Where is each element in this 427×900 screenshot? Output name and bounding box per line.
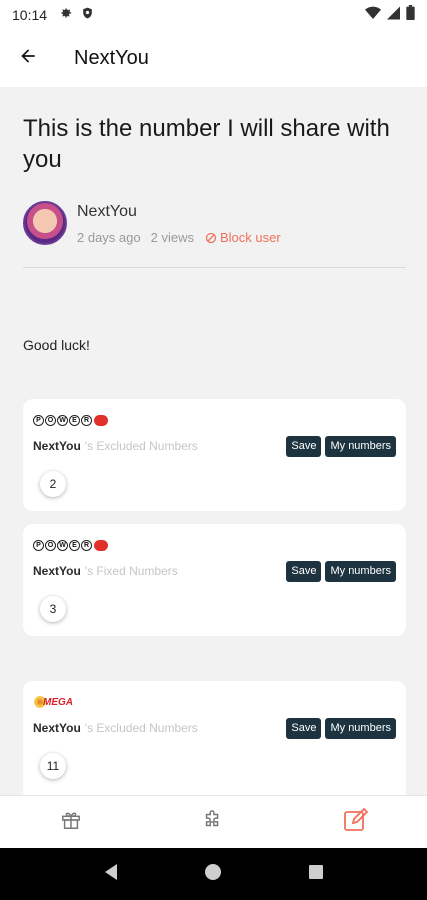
post-title: This is the number I will share with you: [23, 115, 390, 173]
app-bar: NextYou: [0, 30, 427, 87]
save-button[interactable]: Save: [286, 717, 322, 739]
app-title: NextYou: [74, 47, 149, 69]
edit-icon: [343, 807, 369, 837]
status-time: 10:14: [12, 7, 48, 23]
gift-icon: [60, 809, 82, 836]
wifi-icon: [365, 6, 381, 25]
card-label: 's Excluded Numbers: [84, 721, 198, 735]
number-card: MEGA NextYou 's Excluded Numbers Save My…: [23, 681, 406, 795]
arrow-left-icon: [18, 46, 38, 71]
nav-puzzle[interactable]: [142, 796, 284, 848]
number-card: POWER NextYou 's Fixed Numbers Save My n…: [23, 524, 406, 636]
my-numbers-button[interactable]: My numbers: [325, 435, 396, 457]
bottom-nav: [0, 795, 427, 848]
status-bar: 10:14: [0, 0, 427, 30]
author-name[interactable]: NextYou: [77, 203, 281, 221]
card-label: 's Excluded Numbers: [84, 439, 198, 453]
author-row: NextYou 2 days ago 2 views Block user: [23, 201, 281, 245]
avatar[interactable]: [23, 201, 67, 245]
number-ball: 2: [40, 471, 66, 497]
block-icon: [205, 232, 217, 243]
nav-edit[interactable]: [285, 796, 427, 848]
battery-icon: [406, 5, 415, 25]
view-count: 2 views: [150, 230, 194, 245]
card-label: 's Fixed Numbers: [84, 564, 178, 578]
number-ball: 11: [40, 753, 66, 779]
powerball-logo: POWER: [33, 411, 108, 429]
save-button[interactable]: Save: [286, 560, 322, 582]
shield-icon: [81, 6, 94, 25]
post-date: 2 days ago: [77, 230, 141, 245]
home-circle-icon[interactable]: [204, 863, 222, 886]
card-owner[interactable]: NextYou: [33, 564, 81, 578]
signal-icon: [387, 6, 400, 25]
settings-icon: [59, 6, 73, 25]
recents-square-icon[interactable]: [308, 864, 324, 885]
number-card: POWER NextYou 's Excluded Numbers Save M…: [23, 399, 406, 511]
number-ball: 3: [40, 596, 66, 622]
my-numbers-button[interactable]: My numbers: [325, 560, 396, 582]
post-content[interactable]: This is the number I will share with you…: [0, 87, 427, 795]
back-button[interactable]: [0, 30, 56, 87]
divider: [23, 267, 406, 268]
system-nav-bar: [0, 848, 427, 900]
mega-millions-logo: MEGA: [33, 693, 73, 711]
back-triangle-icon[interactable]: [103, 863, 119, 886]
my-numbers-button[interactable]: My numbers: [325, 717, 396, 739]
save-button[interactable]: Save: [286, 435, 322, 457]
block-user-button[interactable]: Block user: [205, 230, 281, 245]
card-owner[interactable]: NextYou: [33, 439, 81, 453]
nav-gifts[interactable]: [0, 796, 142, 848]
post-body: Good luck!: [23, 337, 90, 353]
card-owner[interactable]: NextYou: [33, 721, 81, 735]
block-user-label: Block user: [219, 230, 281, 245]
powerball-logo: POWER: [33, 536, 108, 554]
puzzle-icon: [202, 809, 224, 836]
